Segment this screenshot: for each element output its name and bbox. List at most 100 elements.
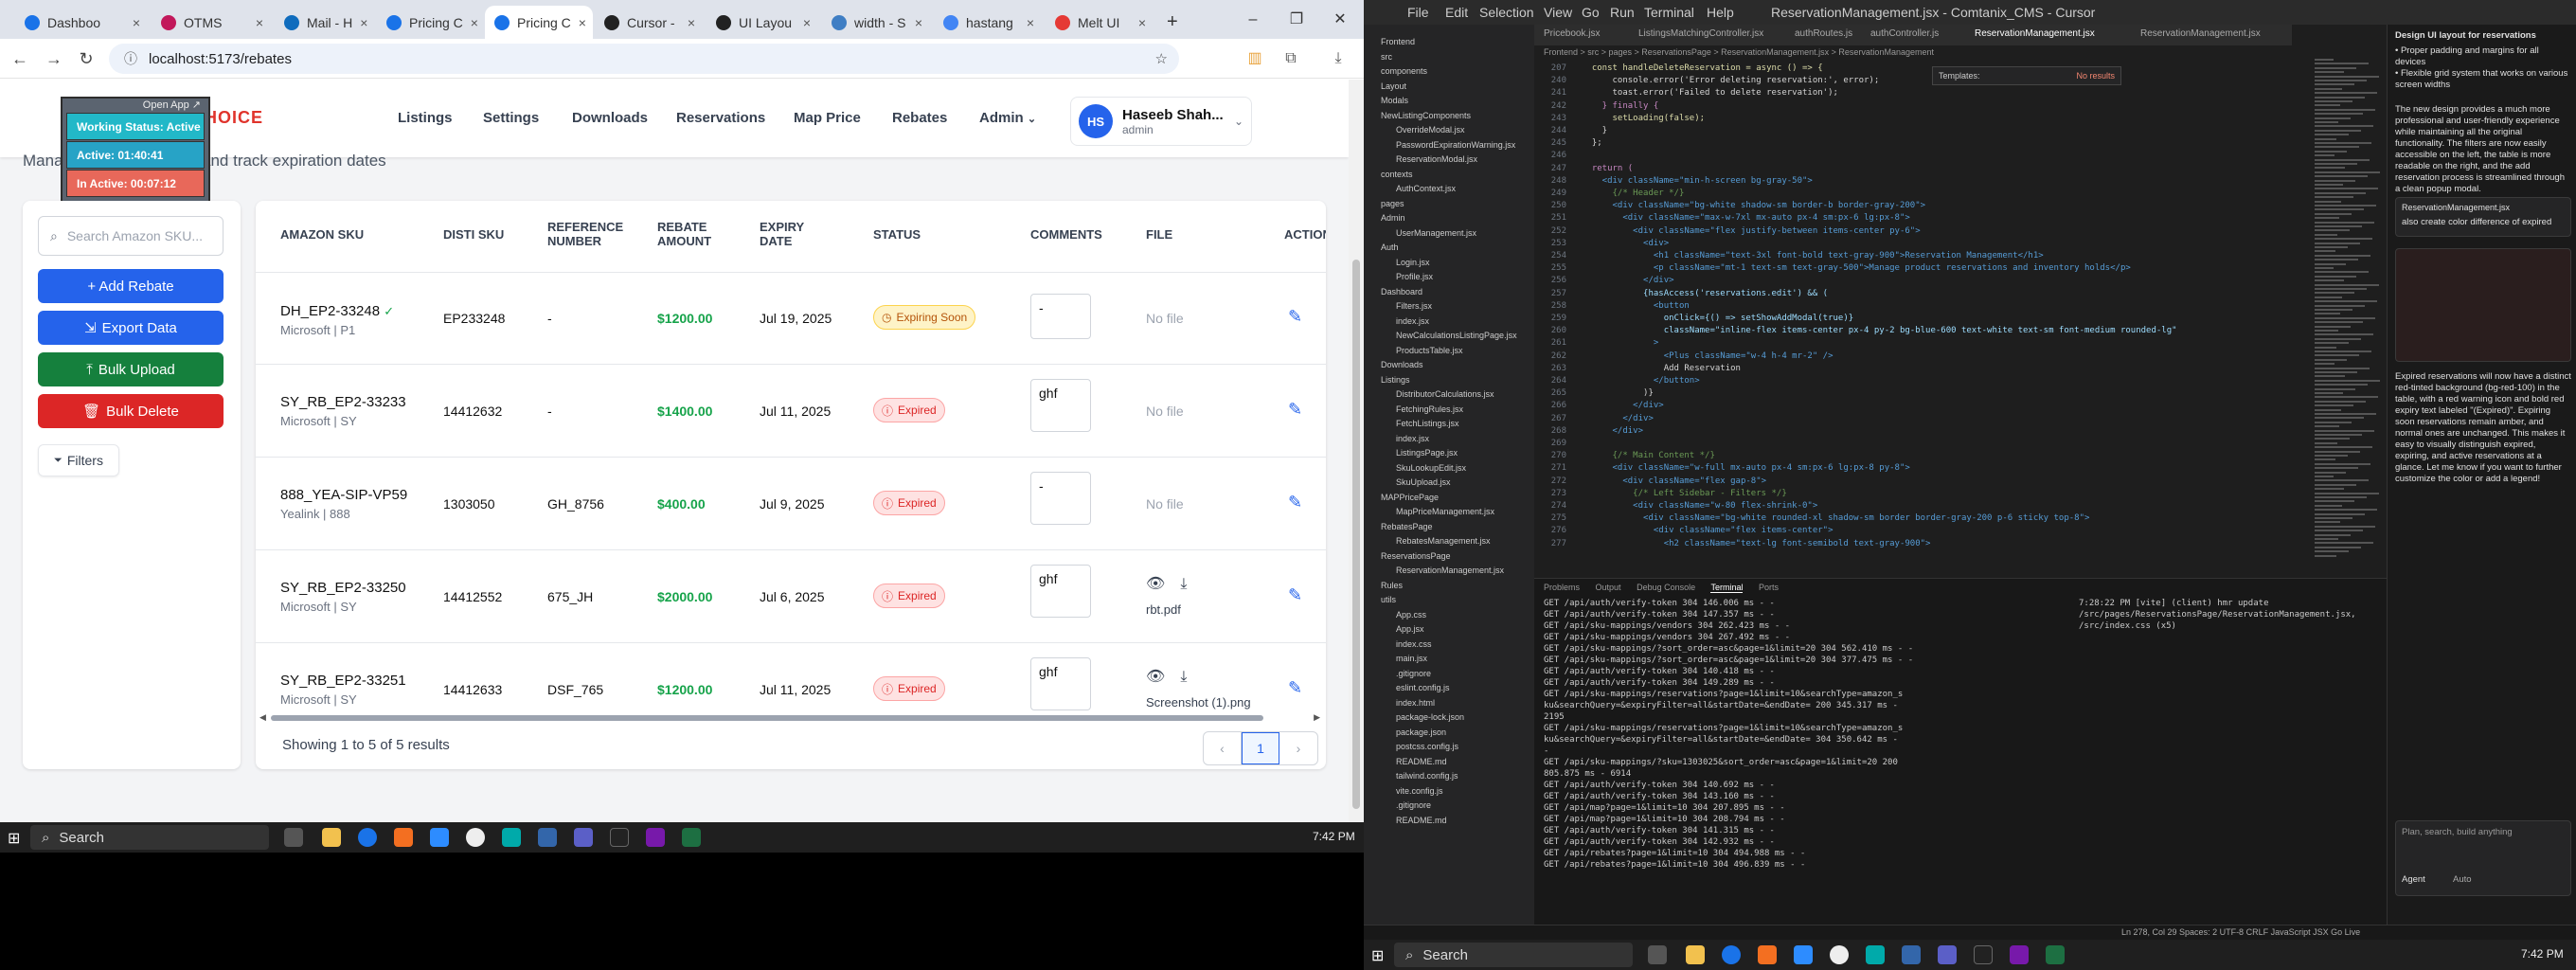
edit-icon[interactable]: ✎ [1288,307,1302,327]
file-tree-item[interactable]: .gitignore [1364,799,1431,811]
chrome-icon[interactable] [1722,945,1741,964]
file-tree-item[interactable]: index.css [1364,638,1432,650]
teams-icon[interactable] [574,828,593,847]
file-tree-item[interactable]: index.jsx [1364,315,1429,327]
file-tree-item[interactable]: SkuUpload.jsx [1364,476,1451,488]
view-eye-icon[interactable]: 👁 [1146,576,1165,592]
scrollbar-thumb[interactable] [1352,260,1360,809]
file-tree-item[interactable]: pages [1364,198,1404,209]
cursor-icon[interactable] [610,828,629,847]
file-tree-item[interactable]: tailwind.config.js [1364,770,1458,781]
terminal-output[interactable]: GET /api/auth/verify-token 304 146.006 m… [1544,598,1941,871]
code-editor[interactable]: 207 const handleDeleteReservation = asyn… [1534,59,2311,578]
file-tree-item[interactable]: contexts [1364,169,1413,180]
file-tree-item[interactable]: package-lock.json [1364,711,1464,723]
maximize-icon[interactable]: ❐ [1275,6,1318,34]
app-icon[interactable] [538,828,557,847]
file-tree-item[interactable]: OverrideModal.jsx [1364,124,1465,135]
file-tree-item[interactable]: Rules [1364,580,1403,591]
panel-tab-problems[interactable]: Problems [1544,583,1580,592]
file-tree-item[interactable]: NewCalculationsListingPage.jsx [1364,330,1517,341]
extension-icon[interactable]: ▥ [1243,46,1267,71]
download-icon[interactable]: ⤓ [1180,669,1187,685]
edit-icon[interactable]: ✎ [1288,678,1302,698]
taskbar-search[interactable]: ⌕ Search [30,825,269,850]
file-tree-item[interactable]: components [1364,65,1427,77]
browser-tab-8[interactable]: hastang × [934,6,1044,39]
bulk-upload-button[interactable]: ⤒ Bulk Upload [38,352,224,386]
file-tree-item[interactable]: UserManagement.jsx [1364,227,1476,239]
panel-tab-debug[interactable]: Debug Console [1637,583,1695,592]
panel-tab-ports[interactable]: Ports [1759,583,1779,592]
find-widget[interactable]: Templates: No results [1932,66,2121,85]
file-tree-item[interactable]: Admin [1364,212,1405,224]
file-tree-item[interactable]: .gitignore [1364,668,1431,679]
comment-field[interactable]: ghf [1030,657,1091,710]
menu-help[interactable]: Help [1707,5,1734,20]
onenote-icon[interactable] [646,828,665,847]
file-tree-item[interactable]: ListingsPage.jsx [1364,447,1458,458]
editor-tab[interactable]: authController.js [1870,28,1939,39]
app-icon[interactable] [1866,945,1885,964]
editor-tab[interactable]: ReservationManagement.jsx [2140,28,2261,39]
close-icon[interactable]: × [471,15,478,30]
file-tree-item[interactable]: ReservationManagement.jsx [1364,565,1504,576]
file-tree-item[interactable]: package.json [1364,727,1446,738]
forward-icon[interactable]: → [42,46,66,71]
nav-map-price[interactable]: Map Price [794,110,861,126]
file-tree-item[interactable]: Layout [1364,81,1406,92]
col-status[interactable]: STATUS [873,227,921,242]
file-tree-item[interactable]: Profile.jsx [1364,271,1433,282]
editor-tab[interactable]: Pricebook.jsx [1544,28,1600,39]
file-name[interactable]: rbt.pdf [1146,602,1202,617]
app-icon[interactable] [1902,945,1921,964]
nav-settings[interactable]: Settings [483,110,539,126]
close-icon[interactable]: × [688,15,695,30]
comment-field[interactable]: ghf [1030,379,1091,432]
file-tree-item[interactable]: Modals [1364,95,1408,106]
file-tree-item[interactable]: vite.config.js [1364,785,1443,797]
file-tree-item[interactable]: ReservationModal.jsx [1364,153,1477,165]
file-tree-item[interactable]: utils [1364,594,1396,605]
file-tree-item[interactable]: FetchingRules.jsx [1364,404,1463,415]
chrome-icon[interactable] [358,828,377,847]
col-action[interactable]: ACTION [1284,227,1326,242]
cursor-icon[interactable] [1974,945,1993,964]
file-explorer-icon[interactable] [322,828,341,847]
terminal-output-2[interactable]: 7:28:22 PM [vite] (client) hmr update /s… [2079,598,2391,632]
file-tree-item[interactable]: App.jsx [1364,623,1424,635]
excel-icon[interactable] [682,828,701,847]
app-icon[interactable] [1830,945,1849,964]
minimize-icon[interactable]: – [1231,6,1275,34]
file-name[interactable]: Screenshot (1).png [1146,695,1251,710]
page-scrollbar[interactable] [1349,80,1364,822]
col-rebate-amount[interactable]: REBATE AMOUNT [657,220,724,248]
reload-icon[interactable]: ↻ [74,46,98,71]
file-tree-item[interactable]: DistributorCalculations.jsx [1364,388,1494,400]
file-tree-item[interactable]: PasswordExpirationWarning.jsx [1364,139,1515,151]
col-file[interactable]: FILE [1146,227,1172,242]
windows-start-icon[interactable]: ⊞ [8,829,20,848]
open-app-link[interactable]: Open App ↗ [63,99,208,112]
file-tree-item[interactable]: MapPriceManagement.jsx [1364,506,1494,517]
teams-icon[interactable] [1938,945,1957,964]
file-tree-item[interactable]: App.css [1364,609,1426,620]
file-tree-item[interactable]: postcss.config.js [1364,741,1458,752]
col-expiry-date[interactable]: EXPIRY DATE [760,220,816,248]
edit-icon[interactable]: ✎ [1288,493,1302,512]
extensions-puzzle-icon[interactable]: ⧉ [1279,46,1303,71]
bookmark-star-icon[interactable]: ☆ [1155,50,1168,67]
model-selector[interactable]: Auto [2453,874,2491,886]
menu-run[interactable]: Run [1610,5,1635,20]
onenote-icon[interactable] [2010,945,2029,964]
menu-edit[interactable]: Edit [1445,5,1468,20]
menu-view[interactable]: View [1544,5,1572,20]
minimap[interactable] [2311,59,2387,578]
app-icon[interactable] [466,828,485,847]
nav-listings[interactable]: Listings [398,110,453,126]
col-amazon-sku[interactable]: AMAZON SKU [280,227,364,242]
browser-tab-6[interactable]: UI Layou × [707,6,820,39]
taskbar-search[interactable]: ⌕ Search [1394,943,1633,967]
nav-downloads[interactable]: Downloads [572,110,648,126]
close-icon[interactable]: × [360,15,367,30]
